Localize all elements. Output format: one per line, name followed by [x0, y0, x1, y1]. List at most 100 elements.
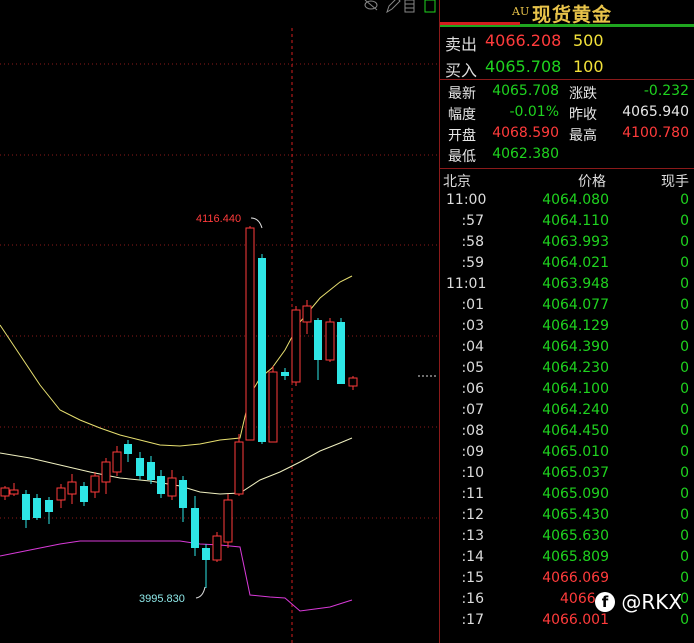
tick-row[interactable]: :07 4064.240 0	[440, 401, 694, 422]
tick-time: :09	[461, 444, 484, 460]
tick-row[interactable]: :13 4065.630 0	[440, 527, 694, 548]
change-value: -0.232	[643, 83, 689, 99]
candle	[302, 300, 312, 334]
candle	[80, 482, 88, 506]
candle-body	[0, 487, 10, 497]
tick-row[interactable]: :15 4066.069 0	[440, 569, 694, 590]
tick-price: 4063.993	[542, 234, 609, 250]
candle	[9, 483, 19, 496]
facebook-icon: f	[595, 592, 615, 612]
candle-body	[67, 481, 77, 495]
tick-volume: 0	[680, 234, 689, 250]
tick-price: 4064.240	[542, 402, 609, 418]
tick-time: :57	[461, 213, 484, 229]
candle-body	[9, 489, 19, 495]
high-stat-label: 最高	[569, 128, 597, 144]
tick-row[interactable]: :10 4065.037 0	[440, 464, 694, 485]
tick-volume: 0	[680, 612, 689, 628]
candle-body	[101, 461, 111, 483]
candle	[101, 458, 111, 494]
candle-body	[90, 475, 100, 493]
candle	[325, 318, 335, 362]
candle	[157, 470, 165, 498]
pencil-icon[interactable]	[386, 0, 401, 14]
candle-body	[202, 548, 210, 560]
candle-body	[33, 498, 41, 518]
tick-volume: 0	[680, 528, 689, 544]
tick-row[interactable]: :04 4064.390 0	[440, 338, 694, 359]
scroll-indicator[interactable]	[424, 0, 436, 13]
tick-row[interactable]: :01 4064.077 0	[440, 296, 694, 317]
tick-time: :14	[461, 549, 484, 565]
candle-body	[281, 372, 289, 376]
candle-body	[22, 494, 30, 520]
eye-off-icon[interactable]	[364, 0, 378, 11]
tick-price: 4064.110	[542, 213, 609, 229]
layers-icon[interactable]	[404, 0, 415, 13]
watermark: f @RKX	[595, 590, 682, 614]
tick-volume: 0	[680, 276, 689, 292]
tick-price: 4064.077	[542, 297, 609, 313]
tick-price: 4064.080	[542, 192, 609, 208]
tick-row[interactable]: :03 4064.129 0	[440, 317, 694, 338]
last-value: 4065.708	[492, 83, 559, 99]
quote-panel: AU 现货黄金 卖出 4066.208 500 买入 4065.708 100 …	[439, 0, 694, 643]
candle	[314, 318, 322, 380]
tick-price: 4066.069	[542, 570, 609, 586]
tick-volume: 0	[680, 213, 689, 229]
ask-volume: 500	[573, 31, 604, 50]
tick-volume: 0	[680, 192, 689, 208]
tick-price: 4064.450	[542, 423, 609, 439]
ticks-list[interactable]: 11:00 4064.080 0:57 4064.110 0:58 4063.993 0:5…	[440, 191, 694, 632]
stats-grid: 最新 4065.708 涨跌 -0.232 幅度 -0.01% 昨收 4065.…	[440, 80, 694, 168]
ticks-header: 北京 价格 现手	[440, 169, 694, 191]
header-accent-bar	[440, 22, 520, 25]
tick-row[interactable]: :05 4064.230 0	[440, 359, 694, 380]
bid-price: 4065.708	[485, 57, 562, 76]
tick-time: :59	[461, 255, 484, 271]
candlestick-chart[interactable]: 4116.440 3995.830	[0, 0, 438, 643]
tick-time: :13	[461, 528, 484, 544]
panel-header: AU 现货黄金	[440, 0, 694, 27]
high-stat-value: 4100.780	[622, 125, 689, 141]
tick-volume: 0	[680, 339, 689, 355]
candle-body	[314, 320, 322, 360]
candle	[124, 440, 132, 462]
ask-row[interactable]: 卖出 4066.208 500	[440, 27, 694, 54]
candles	[0, 226, 358, 588]
candle-body	[157, 476, 165, 494]
candle	[291, 306, 301, 386]
tick-row[interactable]: :58 4063.993 0	[440, 233, 694, 254]
instrument-title: 现货黄金	[532, 4, 613, 26]
tick-row[interactable]: 11:00 4064.080 0	[440, 191, 694, 212]
tick-row[interactable]: :06 4064.100 0	[440, 380, 694, 401]
candle-body	[179, 480, 187, 508]
tick-row[interactable]: :09 4065.010 0	[440, 443, 694, 464]
tick-row[interactable]: :12 4065.430 0	[440, 506, 694, 527]
tick-row[interactable]: :59 4064.021 0	[440, 254, 694, 275]
candle-body	[167, 477, 177, 497]
candle-body	[268, 371, 278, 443]
ask-label: 卖出	[445, 35, 478, 54]
tick-row[interactable]: :17 4066.001 0	[440, 611, 694, 632]
pct-label: 幅度	[448, 107, 476, 123]
tick-price: 4065.809	[542, 549, 609, 565]
tick-volume: 0	[680, 255, 689, 271]
tick-row[interactable]: :57 4064.110 0	[440, 212, 694, 233]
high-label: 4116.440	[196, 213, 241, 225]
tick-volume: 0	[680, 297, 689, 313]
bid-row[interactable]: 买入 4065.708 100	[440, 53, 694, 80]
tick-volume: 0	[680, 423, 689, 439]
low-stat-label: 最低	[448, 149, 476, 165]
tick-price: 4064.100	[542, 381, 609, 397]
candle	[136, 452, 144, 480]
candle	[147, 456, 155, 484]
candle-body	[80, 486, 88, 502]
tick-row[interactable]: :08 4064.450 0	[440, 422, 694, 443]
prev-value: 4065.940	[622, 104, 689, 120]
tick-volume: 0	[680, 549, 689, 565]
tick-row[interactable]: :11 4065.090 0	[440, 485, 694, 506]
tick-time: :12	[461, 507, 484, 523]
tick-row[interactable]: :14 4065.809 0	[440, 548, 694, 569]
tick-row[interactable]: 11:01 4063.948 0	[440, 275, 694, 296]
